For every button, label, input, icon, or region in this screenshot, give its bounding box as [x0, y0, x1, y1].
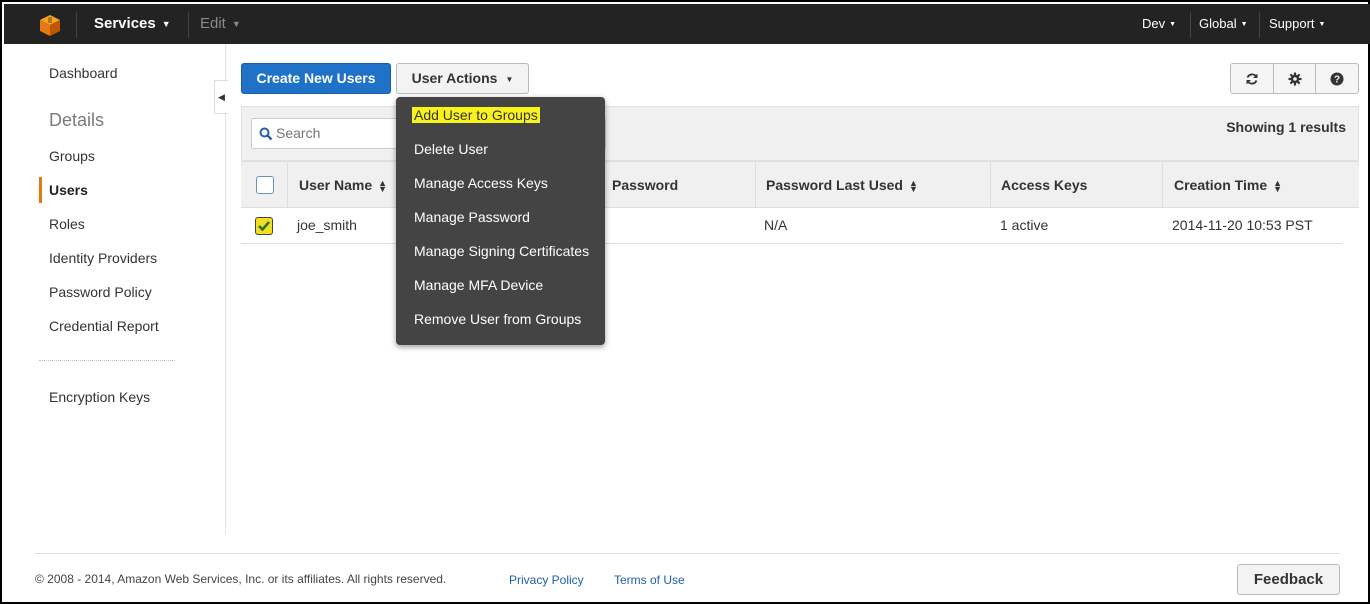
sort-icon: ▲ ▼ [378, 178, 388, 195]
topbar-divider [1259, 12, 1260, 38]
help-icon: ? [1330, 72, 1344, 85]
gear-icon [1288, 72, 1301, 85]
chevron-down-icon: ▼ [161, 19, 171, 30]
help-button[interactable]: ? [1316, 64, 1358, 93]
refresh-button[interactable] [1231, 64, 1274, 93]
account-menu[interactable]: Dev ▼ [1142, 4, 1176, 44]
settings-button[interactable] [1274, 64, 1317, 93]
services-label: Services [94, 15, 156, 32]
sidebar-divider [39, 360, 175, 361]
refresh-icon [1246, 73, 1258, 84]
privacy-policy-link[interactable]: Privacy Policy [509, 573, 584, 587]
column-divider [287, 162, 288, 208]
sort-icon: ▲ ▼ [1273, 178, 1283, 195]
active-indicator [39, 177, 42, 203]
sidebar-item-credential-report[interactable]: Credential Report [49, 318, 159, 334]
sidebar-item-groups[interactable]: Groups [49, 148, 95, 164]
search-icon [259, 127, 273, 141]
feedback-button[interactable]: Feedback [1237, 564, 1340, 595]
support-menu[interactable]: Support ▼ [1269, 4, 1325, 44]
chevron-down-icon: ▼ [231, 19, 241, 30]
services-menu[interactable]: Services ▼ [94, 4, 171, 44]
sidebar-item-users[interactable]: Users [49, 182, 88, 198]
cell-creation-time: 2014-11-20 10:53 PST [1172, 217, 1313, 233]
column-header-password-last-used[interactable]: Password Last Used ▲ ▼ [766, 162, 918, 208]
menu-item-manage-access-keys[interactable]: Manage Access Keys [414, 175, 548, 191]
support-label: Support [1269, 16, 1315, 31]
sort-icon: ▲ ▼ [908, 178, 918, 195]
sidebar-item-roles[interactable]: Roles [49, 216, 85, 232]
svg-text:?: ? [1334, 74, 1340, 85]
column-divider [1162, 162, 1163, 208]
topbar-divider [76, 12, 77, 38]
user-actions-label: User Actions [411, 70, 498, 86]
column-header-access-keys[interactable]: Access Keys [1001, 162, 1087, 208]
column-divider [990, 162, 991, 208]
account-label: Dev [1142, 16, 1166, 31]
menu-item-manage-password[interactable]: Manage Password [414, 209, 530, 225]
user-actions-menu: Add User to Groups Delete User Manage Ac… [396, 97, 605, 345]
sidebar-item-dashboard[interactable]: Dashboard [49, 65, 118, 81]
chevron-left-icon: ◀ [218, 92, 225, 102]
column-header-user-name[interactable]: User Name ▲ ▼ [299, 162, 387, 208]
sidebar-item-password-policy[interactable]: Password Policy [49, 284, 152, 300]
menu-item-manage-mfa-device[interactable]: Manage MFA Device [414, 277, 543, 293]
top-nav-bar: Services ▼ Edit ▼ Dev ▼ Global ▼ Support ▼ [4, 4, 1370, 44]
column-header-creation-time[interactable]: Creation Time ▲ ▼ [1174, 162, 1282, 208]
sidebar-heading-details: Details [49, 110, 105, 130]
aws-cube-icon[interactable] [38, 13, 62, 37]
user-actions-button[interactable]: User Actions ▼ [396, 63, 529, 94]
select-all-checkbox[interactable] [256, 176, 274, 194]
region-label: Global [1199, 16, 1237, 31]
edit-menu[interactable]: Edit ▼ [200, 4, 241, 44]
footer-divider [35, 553, 1340, 554]
menu-item-add-user-to-groups[interactable]: Add User to Groups [412, 107, 540, 123]
sidebar: Dashboard Details Groups Users Roles Ide… [4, 44, 226, 534]
collapse-sidebar-button[interactable]: ◀ [214, 80, 228, 114]
chevron-down-icon: ▼ [1169, 20, 1177, 28]
cell-user-name[interactable]: joe_smith [297, 208, 357, 243]
cell-access-keys: 1 active [1000, 217, 1049, 233]
menu-item-delete-user[interactable]: Delete User [414, 141, 488, 157]
sidebar-item-encryption-keys[interactable]: Encryption Keys [49, 389, 150, 405]
topbar-divider [188, 12, 189, 38]
cell-password-last-used: N/A [764, 217, 788, 233]
menu-item-manage-signing-certificates[interactable]: Manage Signing Certificates [414, 243, 589, 259]
terms-of-use-link[interactable]: Terms of Use [614, 573, 685, 587]
caret-down-icon: ▼ [505, 74, 514, 84]
sidebar-item-identity-providers[interactable]: Identity Providers [49, 250, 157, 266]
chevron-down-icon: ▼ [1240, 20, 1248, 28]
menu-item-remove-user-from-groups[interactable]: Remove User from Groups [414, 311, 581, 327]
column-header-password[interactable]: Password [612, 162, 678, 208]
create-new-users-button[interactable]: Create New Users [241, 63, 391, 94]
topbar-divider [1190, 12, 1191, 38]
results-count: Showing 1 results [1226, 119, 1346, 135]
region-menu[interactable]: Global ▼ [1199, 4, 1248, 44]
column-label: User Name [299, 177, 373, 193]
edit-label: Edit [200, 15, 226, 32]
column-divider [755, 162, 756, 208]
copyright-text: © 2008 - 2014, Amazon Web Services, Inc.… [35, 572, 447, 586]
view-tools: ? [1230, 63, 1359, 94]
checkmark-icon [258, 221, 270, 232]
column-label: Creation Time [1174, 177, 1268, 193]
window-frame: Services ▼ Edit ▼ Dev ▼ Global ▼ Support ▼ Da… [0, 0, 1370, 604]
chevron-down-icon: ▼ [1318, 20, 1326, 28]
column-label: Password Last Used [766, 177, 903, 193]
row-checkbox[interactable] [255, 217, 273, 235]
